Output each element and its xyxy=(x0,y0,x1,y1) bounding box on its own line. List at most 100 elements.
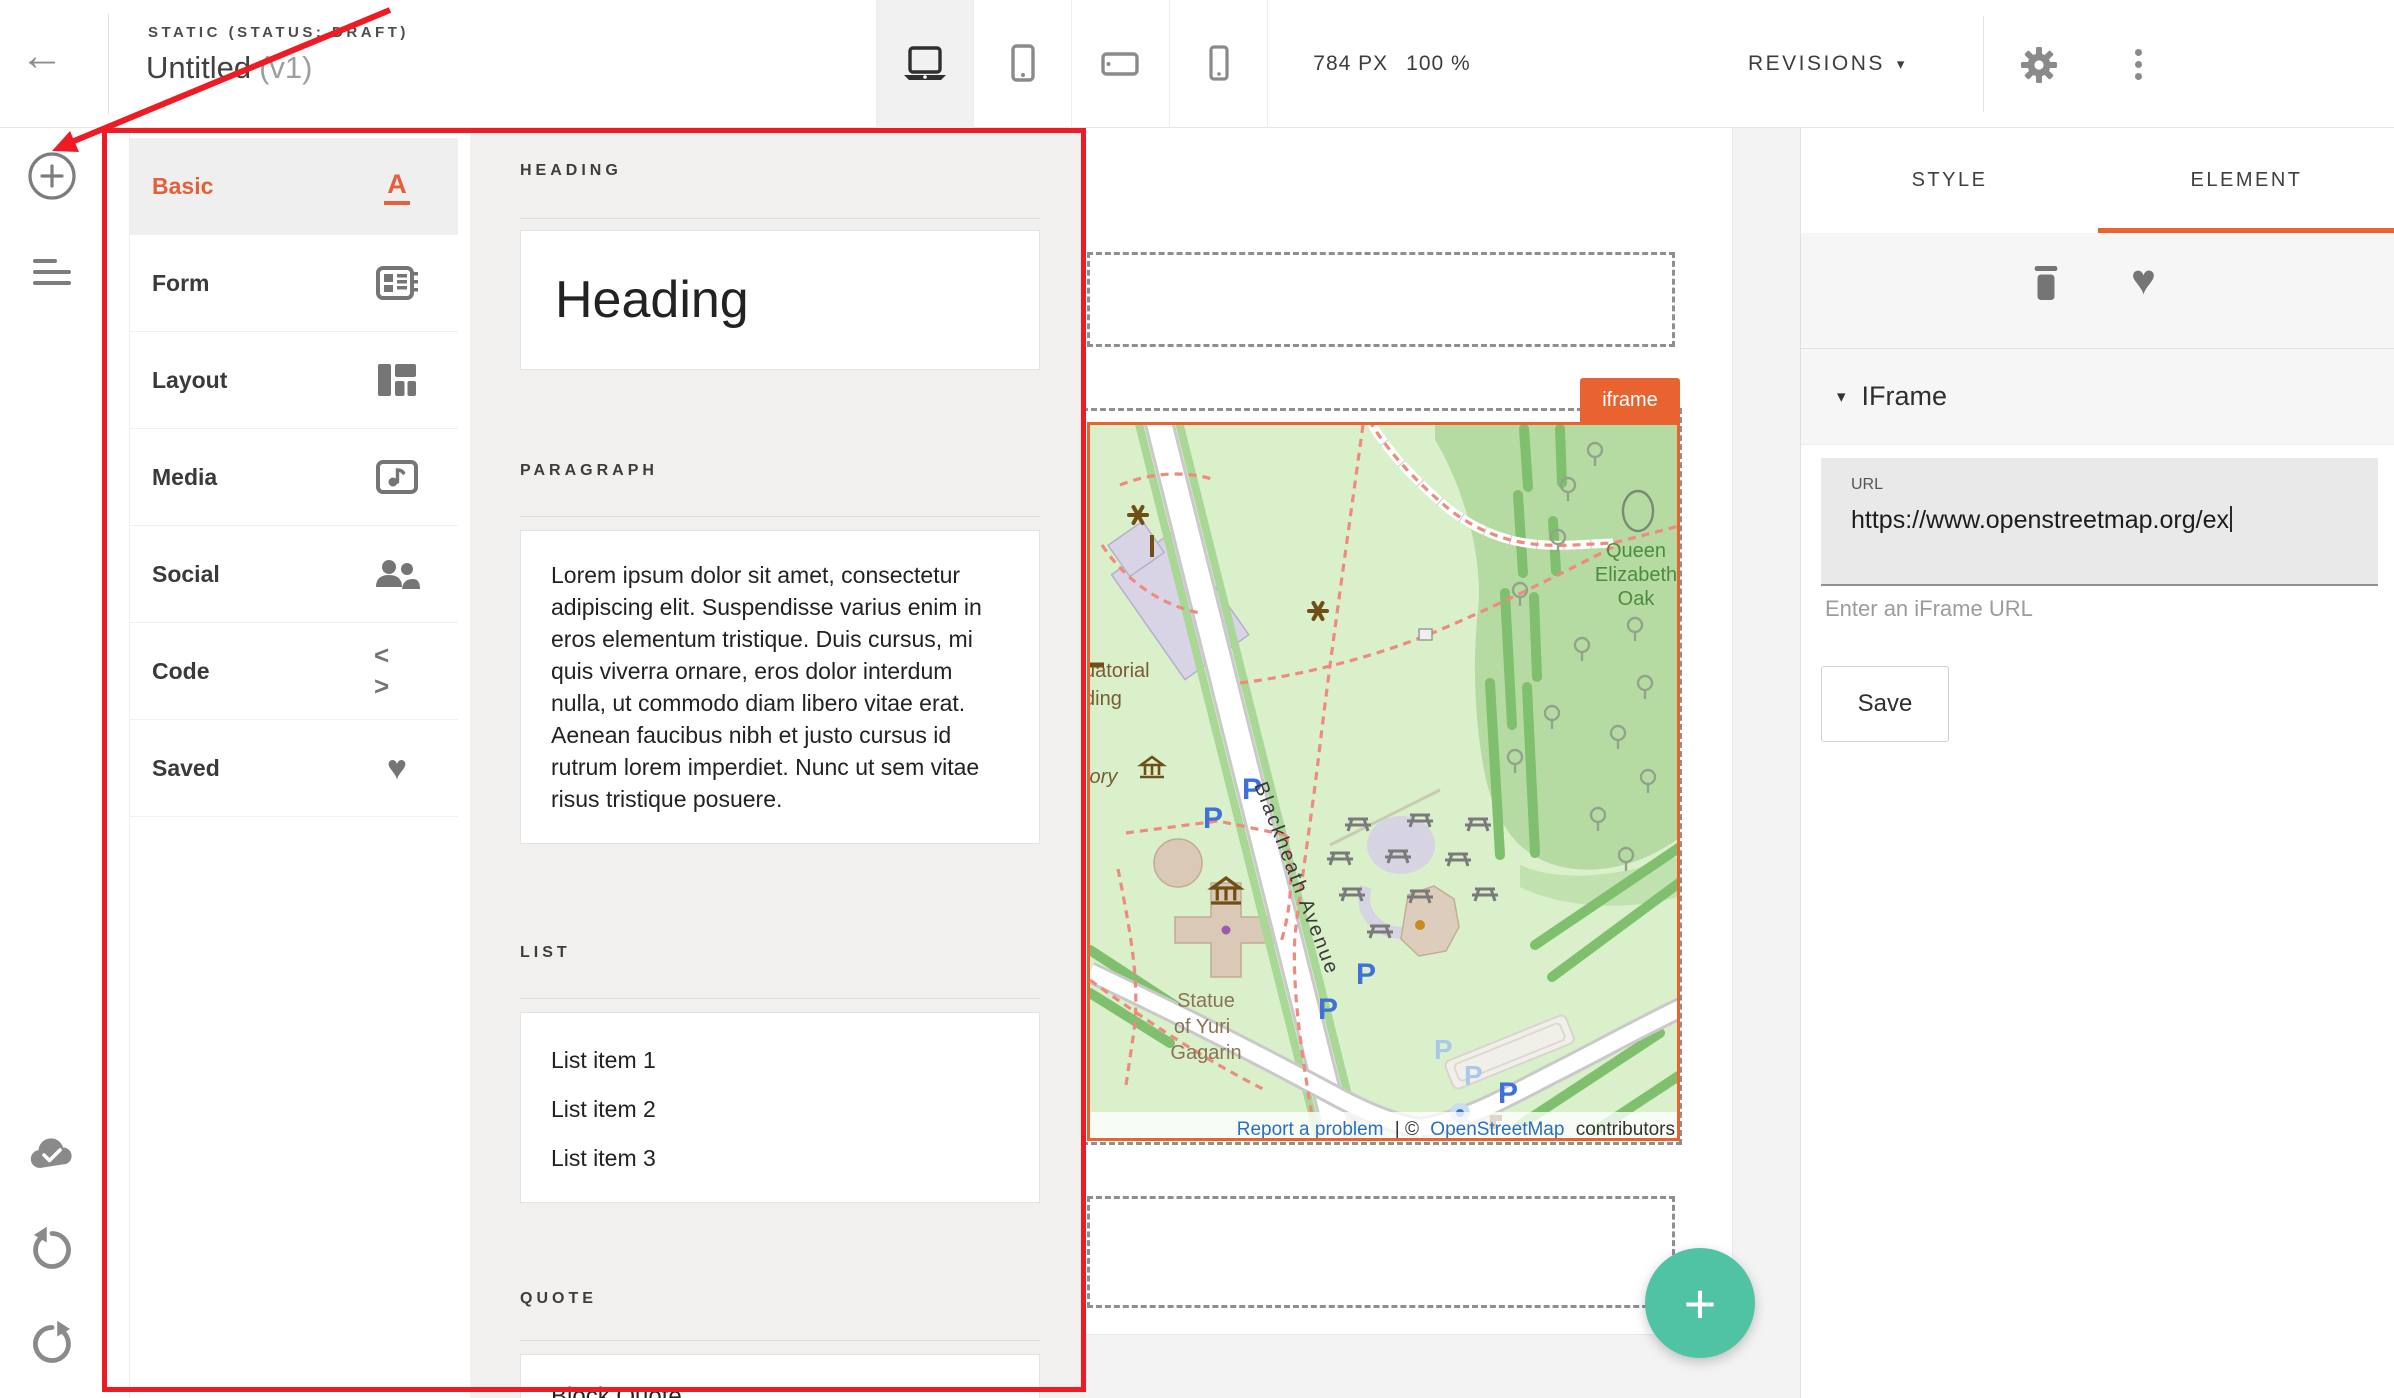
device-desktop-button[interactable] xyxy=(876,0,974,128)
divider xyxy=(520,1340,1040,1341)
back-arrow-icon[interactable]: ← xyxy=(20,34,64,78)
report-problem-link[interactable]: Report a problem xyxy=(1237,1119,1384,1140)
chevron-down-icon: ▾ xyxy=(1837,387,1846,407)
section-label-quote: QUOTE xyxy=(520,1290,597,1308)
svg-text:Gagarin: Gagarin xyxy=(1170,1042,1241,1064)
iframe-element-badge: iframe xyxy=(1580,378,1680,422)
iframe-url-field[interactable]: URL https://www.openstreetmap.org/ex xyxy=(1821,458,2378,586)
svg-text:ding: ding xyxy=(1090,688,1122,710)
element-categories-panel: Basic A Form Layout Media Social xyxy=(130,128,458,1398)
url-field-value: https://www.openstreetmap.org/ex xyxy=(1851,506,2378,535)
empty-block-placeholder-top[interactable] xyxy=(1087,252,1675,347)
element-library-panel: HEADING Heading PARAGRAPH Lorem ipsum do… xyxy=(470,128,1085,1398)
laptop-icon xyxy=(902,45,948,83)
heart-icon: ♥ xyxy=(374,751,420,785)
section-label-heading: HEADING xyxy=(520,162,622,180)
map-attribution: Report a problem | © OpenStreetMap contr… xyxy=(1237,1119,1675,1140)
viewport-width-value: 784 PX xyxy=(1313,52,1388,76)
element-card-heading[interactable]: Heading xyxy=(520,230,1040,370)
revisions-label: REVISIONS xyxy=(1748,52,1885,76)
parking-marker: P xyxy=(1356,958,1376,991)
canvas-area: iframe xyxy=(1085,128,1800,1398)
more-options-kebab-icon[interactable] xyxy=(2130,44,2146,85)
media-icon xyxy=(374,459,420,495)
openstreetmap-link[interactable]: OpenStreetMap xyxy=(1430,1119,1564,1140)
divider xyxy=(520,516,1040,517)
svg-text:uatorial: uatorial xyxy=(1090,660,1150,682)
parking-marker: P xyxy=(1464,1060,1483,1091)
tab-element[interactable]: ELEMENT xyxy=(2098,128,2394,233)
viewport-size-indicator: 784 PX 100 % xyxy=(1292,0,1492,128)
category-basic[interactable]: Basic A xyxy=(130,138,458,235)
delete-trash-icon[interactable] xyxy=(2029,263,2063,303)
page-status-label: STATIC (STATUS: DRAFT) xyxy=(148,24,409,41)
url-helper-text: Enter an iFrame URL xyxy=(1825,596,2033,622)
element-card-quote[interactable]: Block Quote xyxy=(520,1354,1040,1398)
text-cursor xyxy=(2230,506,2232,532)
section-label-paragraph: PARAGRAPH xyxy=(520,462,658,480)
svg-text:Queen: Queen xyxy=(1606,540,1666,562)
parking-marker: P xyxy=(1203,802,1223,835)
list-item: List item 2 xyxy=(551,1096,1009,1123)
tablet-icon xyxy=(1003,44,1043,84)
category-code[interactable]: Code < > xyxy=(130,623,458,720)
empty-block-placeholder-bottom[interactable] xyxy=(1087,1196,1675,1308)
save-button[interactable]: Save xyxy=(1821,666,1949,742)
svg-text:of Yuri: of Yuri xyxy=(1174,1016,1230,1038)
chevron-down-icon: ▾ xyxy=(1897,55,1907,73)
plus-icon: + xyxy=(1684,1271,1717,1336)
element-card-paragraph[interactable]: Lorem ipsum dolor sit amet, consectetur … xyxy=(520,530,1040,844)
page-version: (v1) xyxy=(259,50,312,85)
cloud-saved-icon[interactable] xyxy=(26,1128,78,1180)
list-item: List item 3 xyxy=(551,1145,1009,1172)
parking-marker: P xyxy=(1434,1034,1453,1065)
element-type-title: IFrame xyxy=(1862,381,1948,412)
publish-button[interactable]: PUBLISH xyxy=(2187,21,2372,107)
list-item: List item 1 xyxy=(551,1047,1009,1074)
page-builder-app: ← STATIC (STATUS: DRAFT) Untitled(v1) xyxy=(0,0,2394,1398)
openstreetmap-embed: P P P P P P P Queen Elizabeth xyxy=(1090,425,1680,1141)
parking-marker: P xyxy=(1318,993,1338,1026)
top-bar: ← STATIC (STATUS: DRAFT) Untitled(v1) xyxy=(0,0,2394,128)
add-block-fab[interactable]: + xyxy=(1645,1248,1755,1358)
svg-text:Elizabeth: Elizabeth xyxy=(1595,564,1677,586)
inspector-panel: STYLE ELEMENT ♥ ▾ IFrame URL https://www… xyxy=(1800,128,2394,1398)
svg-text:Oak: Oak xyxy=(1618,588,1656,610)
page-title[interactable]: Untitled(v1) xyxy=(146,50,313,86)
phone-icon xyxy=(1202,44,1236,84)
category-form[interactable]: Form xyxy=(130,235,458,332)
page-title-text: Untitled xyxy=(146,50,251,85)
settings-gear-icon[interactable] xyxy=(2020,46,2058,84)
add-element-plus-icon[interactable] xyxy=(26,150,78,202)
device-landscape-button[interactable] xyxy=(1072,0,1170,128)
category-layout[interactable]: Layout xyxy=(130,332,458,429)
iframe-element-map[interactable]: P P P P P P P Queen Elizabeth xyxy=(1087,422,1680,1141)
form-icon xyxy=(374,264,420,302)
category-media[interactable]: Media xyxy=(130,429,458,526)
divider xyxy=(1983,16,1984,112)
element-card-list[interactable]: List item 1 List item 2 List item 3 xyxy=(520,1012,1040,1203)
navigator-layers-icon[interactable] xyxy=(26,246,78,298)
zoom-level-value: 100 % xyxy=(1406,52,1471,76)
layout-icon xyxy=(374,362,420,398)
revisions-dropdown[interactable]: REVISIONS ▾ xyxy=(1748,0,1907,128)
iframe-section-header[interactable]: ▾ IFrame xyxy=(1801,349,2394,445)
device-phone-button[interactable] xyxy=(1170,0,1268,128)
text-format-icon: A xyxy=(374,169,420,205)
tab-style[interactable]: STYLE xyxy=(1801,128,2098,233)
left-toolbar xyxy=(0,128,130,1398)
tablet-landscape-icon xyxy=(1099,47,1143,81)
category-saved[interactable]: Saved ♥ xyxy=(130,720,458,817)
divider xyxy=(520,998,1040,999)
svg-text:Statue: Statue xyxy=(1177,990,1235,1012)
divider xyxy=(520,218,1040,219)
undo-icon[interactable] xyxy=(26,1224,78,1276)
favorite-heart-icon[interactable]: ♥ xyxy=(2131,259,2156,301)
redo-icon[interactable] xyxy=(26,1318,78,1370)
url-field-label: URL xyxy=(1851,476,2378,494)
device-tablet-button[interactable] xyxy=(974,0,1072,128)
category-social[interactable]: Social xyxy=(130,526,458,623)
parking-marker: P xyxy=(1498,1077,1518,1110)
social-people-icon xyxy=(374,557,420,591)
code-icon: < > xyxy=(374,640,420,702)
